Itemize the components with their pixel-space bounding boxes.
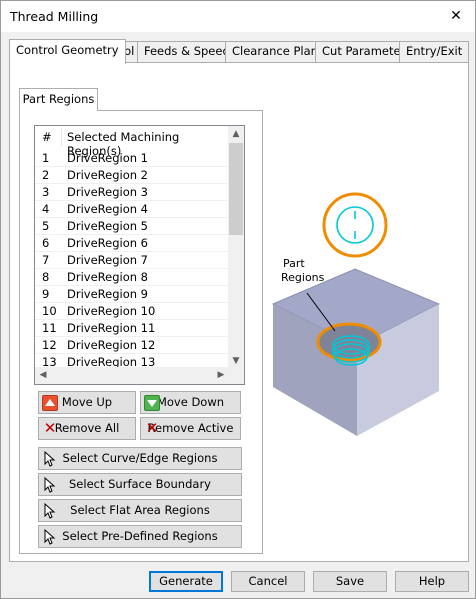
part-regions-label-line1: Part (283, 257, 305, 270)
list-item[interactable]: 10 DriveRegion 10 (35, 303, 230, 320)
remove-active-label: Remove Active (147, 421, 234, 435)
row-number: 6 (42, 236, 50, 250)
move-down-label: Move Down (156, 395, 225, 409)
row-number: 1 (42, 151, 50, 165)
remove-active-button[interactable]: ✕ Remove Active (140, 417, 241, 440)
title-bar: Thread Milling ✕ (1, 1, 475, 32)
thread-milling-dialog: Thread Milling ✕ Control Geometry Tool F… (0, 0, 476, 599)
row-number: 5 (42, 219, 50, 233)
list-item[interactable]: 2 DriveRegion 2 (35, 167, 230, 184)
row-number: 7 (42, 253, 50, 267)
generate-button[interactable]: Generate (149, 571, 223, 592)
list-item[interactable]: 4 DriveRegion 4 (35, 201, 230, 218)
row-name: DriveRegion 7 (67, 253, 148, 267)
select-predefined-label: Select Pre-Defined Regions (62, 529, 218, 543)
save-button[interactable]: Save (313, 571, 387, 592)
header-divider[interactable] (61, 128, 62, 146)
help-button[interactable]: Help (395, 571, 469, 592)
row-name: DriveRegion 4 (67, 202, 148, 216)
row-name: DriveRegion 8 (67, 270, 148, 284)
select-surface-label: Select Surface Boundary (69, 477, 211, 491)
region-list[interactable]: # Selected Machining Region(s) 1 DriveReg… (34, 125, 245, 385)
scroll-up-icon[interactable]: ▲ (228, 126, 244, 142)
close-icon[interactable]: ✕ (445, 6, 467, 26)
select-curve-label: Select Curve/Edge Regions (62, 451, 218, 465)
arrow-down-icon (144, 395, 160, 411)
row-number: 12 (42, 338, 57, 352)
row-number: 9 (42, 287, 50, 301)
remove-all-label: Remove All (54, 421, 120, 435)
tab-part-regions[interactable]: Part Regions (19, 88, 98, 111)
horizontal-scrollbar[interactable]: ◀ ▶ (35, 367, 244, 384)
remove-icon: ✕ (145, 419, 159, 437)
row-number: 10 (42, 304, 57, 318)
select-flat-label: Select Flat Area Regions (70, 503, 210, 517)
row-name: DriveRegion 12 (67, 338, 156, 352)
select-predefined-button[interactable]: Select Pre-Defined Regions (38, 525, 242, 548)
list-header: # Selected Machining Region(s) (35, 126, 230, 158)
row-name: DriveRegion 2 (67, 168, 148, 182)
row-number: 4 (42, 202, 50, 216)
list-item[interactable]: 1 DriveRegion 1 (35, 150, 230, 167)
list-item[interactable]: 8 DriveRegion 8 (35, 269, 230, 286)
scrollbar-corner (230, 367, 244, 384)
list-item[interactable]: 9 DriveRegion 9 (35, 286, 230, 303)
header-number[interactable]: # (42, 130, 52, 144)
thread-mill-diagram: Part Regions (271, 192, 441, 436)
select-curve-edge-button[interactable]: Select Curve/Edge Regions (38, 447, 242, 470)
cursor-icon (42, 528, 58, 545)
row-name: DriveRegion 5 (67, 219, 148, 233)
select-surface-boundary-button[interactable]: Select Surface Boundary (38, 473, 242, 496)
scroll-right-icon[interactable]: ▶ (213, 367, 229, 384)
cancel-button[interactable]: Cancel (231, 571, 305, 592)
row-name: DriveRegion 11 (67, 321, 156, 335)
row-name: DriveRegion 10 (67, 304, 156, 318)
window-title: Thread Milling (10, 9, 99, 24)
list-item[interactable]: 11 DriveRegion 11 (35, 320, 230, 337)
row-number: 8 (42, 270, 50, 284)
row-number: 3 (42, 185, 50, 199)
move-down-button[interactable]: Move Down (140, 391, 241, 414)
tab-entry-exit[interactable]: Entry/Exit (399, 41, 470, 63)
cursor-icon (42, 502, 58, 519)
move-up-button[interactable]: Move Up (38, 391, 136, 414)
part-regions-illustration: Part Regions (263, 181, 463, 451)
row-name: DriveRegion 3 (67, 185, 148, 199)
list-item[interactable]: 6 DriveRegion 6 (35, 235, 230, 252)
move-up-label: Move Up (61, 395, 113, 409)
row-name: DriveRegion 1 (67, 151, 148, 165)
list-rows: 1 DriveRegion 1 2 DriveRegion 2 3 DriveRegi… (35, 150, 230, 371)
row-name: DriveRegion 9 (67, 287, 148, 301)
row-number: 11 (42, 321, 57, 335)
part-regions-label-line2: Regions (281, 271, 325, 284)
arrow-up-icon (42, 395, 58, 411)
list-item[interactable]: 3 DriveRegion 3 (35, 184, 230, 201)
remove-icon: ✕ (43, 419, 57, 437)
list-item[interactable]: 5 DriveRegion 5 (35, 218, 230, 235)
vertical-scrollbar[interactable]: ▲ ▼ (228, 126, 244, 369)
cursor-icon (42, 476, 58, 493)
scroll-thumb[interactable] (229, 143, 243, 235)
scroll-left-icon[interactable]: ◀ (35, 367, 51, 384)
list-item[interactable]: 12 DriveRegion 12 (35, 337, 230, 354)
list-item[interactable]: 7 DriveRegion 7 (35, 252, 230, 269)
row-name: DriveRegion 6 (67, 236, 148, 250)
cursor-icon (42, 450, 58, 467)
tab-strip: Control Geometry Tool Feeds & Speeds Cle… (9, 39, 470, 64)
row-number: 2 (42, 168, 50, 182)
tab-control-geometry[interactable]: Control Geometry (9, 39, 126, 64)
select-flat-area-button[interactable]: Select Flat Area Regions (38, 499, 242, 522)
remove-all-button[interactable]: ✕ Remove All (38, 417, 136, 440)
